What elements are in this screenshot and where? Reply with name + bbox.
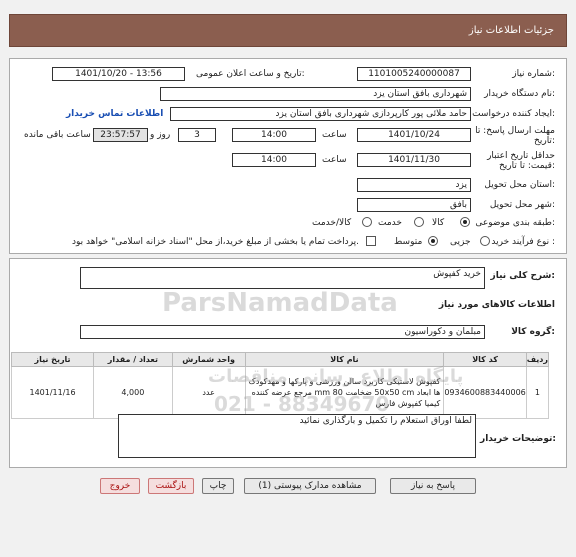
goods-table-header: ردیف کد کالا نام کالا واحد شمارش تعداد /…	[10, 352, 550, 367]
reply-button[interactable]: پاسخ به نیاز	[390, 478, 476, 494]
category-label: طبقه بندی موضوعی:	[475, 218, 555, 228]
category-radio-goods[interactable]	[460, 217, 470, 227]
col-index: ردیف	[525, 352, 550, 367]
announce-field: 1401/10/20 - 13:56	[52, 67, 185, 81]
city-field: بافق	[357, 198, 471, 212]
category-goods-label: کالا	[432, 218, 445, 228]
need-number-field: 1101005240000087	[357, 67, 471, 81]
buyer-org-label: نام دستگاه خریدار:	[484, 89, 555, 99]
need-number-label: شماره نیاز:	[512, 69, 555, 79]
buyer-notes-field: لطفا اوراق استعلام را تکمیل و بارگذاری ن…	[118, 414, 476, 458]
info-panel: شماره نیاز: 1101005240000087 تاریخ و ساع…	[9, 58, 567, 254]
print-button[interactable]: چاپ	[202, 478, 234, 494]
validity-label: حداقل تاریخ اعتبار قیمت: تا تاریخ:	[487, 151, 555, 171]
summary-label: شرح کلی نیاز:	[490, 271, 555, 281]
process-radio-medium[interactable]	[428, 236, 438, 246]
page-header: جزئیات اطلاعات نیاز	[9, 14, 567, 47]
requester-field: حامد ملائی پور کارپردازی شهرداری بافق اس…	[170, 107, 471, 121]
category-radio-service[interactable]	[414, 217, 424, 227]
province-label: استان محل تحویل:	[484, 180, 555, 190]
process-medium-label: متوسط	[394, 237, 423, 247]
deadline-date-field: 1401/10/24	[357, 128, 471, 142]
table-row: 1 0934600883440006 کفپوش لاستیکی کاربرد …	[10, 366, 550, 419]
back-button[interactable]: بازگشت	[148, 478, 194, 494]
goods-table: ردیف کد کالا نام کالا واحد شمارش تعداد /…	[10, 352, 550, 419]
province-field: یزد	[357, 178, 471, 192]
validity-date-field: 1401/11/30	[357, 153, 471, 167]
requester-label: ایجاد کننده درخواست:	[472, 109, 555, 119]
col-code: کد کالا	[443, 352, 527, 367]
deadline-time-field: 14:00	[232, 128, 316, 142]
city-label: شهر محل تحویل:	[489, 200, 555, 210]
buyer-notes-label: توضیحات خریدار:	[480, 434, 556, 444]
remaining-label: ساعت باقی مانده	[24, 130, 91, 140]
deadline-time-label: ساعت	[322, 130, 347, 140]
treasury-checkbox[interactable]	[366, 236, 376, 246]
treasury-note: پرداخت تمام یا بخشی از مبلغ خرید،از محل …	[72, 237, 360, 247]
attachments-button[interactable]: مشاهده مدارک پیوستی (1)	[244, 478, 376, 494]
process-radio-minor[interactable]	[480, 236, 490, 246]
contact-buyer-link[interactable]: اطلاعات تماس خریدار	[66, 109, 163, 119]
category-service-label: خدمت	[378, 218, 402, 228]
category-radio-both[interactable]	[362, 217, 372, 227]
process-label: نوع فرآیند خرید :	[491, 237, 555, 247]
remaining-time-field: 23:57:57	[93, 128, 148, 142]
row-date: 1401/11/16	[10, 366, 95, 419]
days-label: روز و	[150, 130, 171, 140]
summary-field: خرید کفپوش	[80, 267, 485, 289]
validity-time-field: 14:00	[232, 153, 316, 167]
row-index: 1	[525, 366, 550, 419]
goods-group-label: گروه کالا:	[511, 327, 555, 337]
deadline-label: مهلت ارسال پاسخ: تا تاریخ:	[475, 126, 555, 146]
process-minor-label: جزیی	[450, 237, 471, 247]
validity-time-label: ساعت	[322, 155, 347, 165]
category-both-label: کالا/خدمت	[312, 218, 352, 228]
page-title: جزئیات اطلاعات نیاز	[468, 25, 554, 36]
col-name: نام کالا	[244, 352, 445, 367]
announce-label: تاریخ و ساعت اعلان عمومی:	[196, 69, 305, 79]
goods-section-title: اطلاعات کالاهای مورد نیاز	[438, 300, 555, 310]
row-qty: 4,000	[93, 366, 173, 419]
row-code: 0934600883440006	[443, 366, 527, 419]
row-unit: عدد	[171, 366, 246, 419]
goods-group-field: مبلمان و دکوراسیون	[80, 325, 485, 339]
col-date: تاریخ نیاز	[10, 352, 95, 367]
col-qty: تعداد / مقدار	[93, 352, 173, 367]
col-unit: واحد شمارش	[171, 352, 246, 367]
row-name: کفپوش لاستیکی کاربرد سالن ورزشی و پارکها…	[244, 366, 445, 419]
days-field: 3	[178, 128, 216, 142]
exit-button[interactable]: خروج	[100, 478, 140, 494]
buyer-org-field: شهرداری بافق استان یزد	[160, 87, 471, 101]
